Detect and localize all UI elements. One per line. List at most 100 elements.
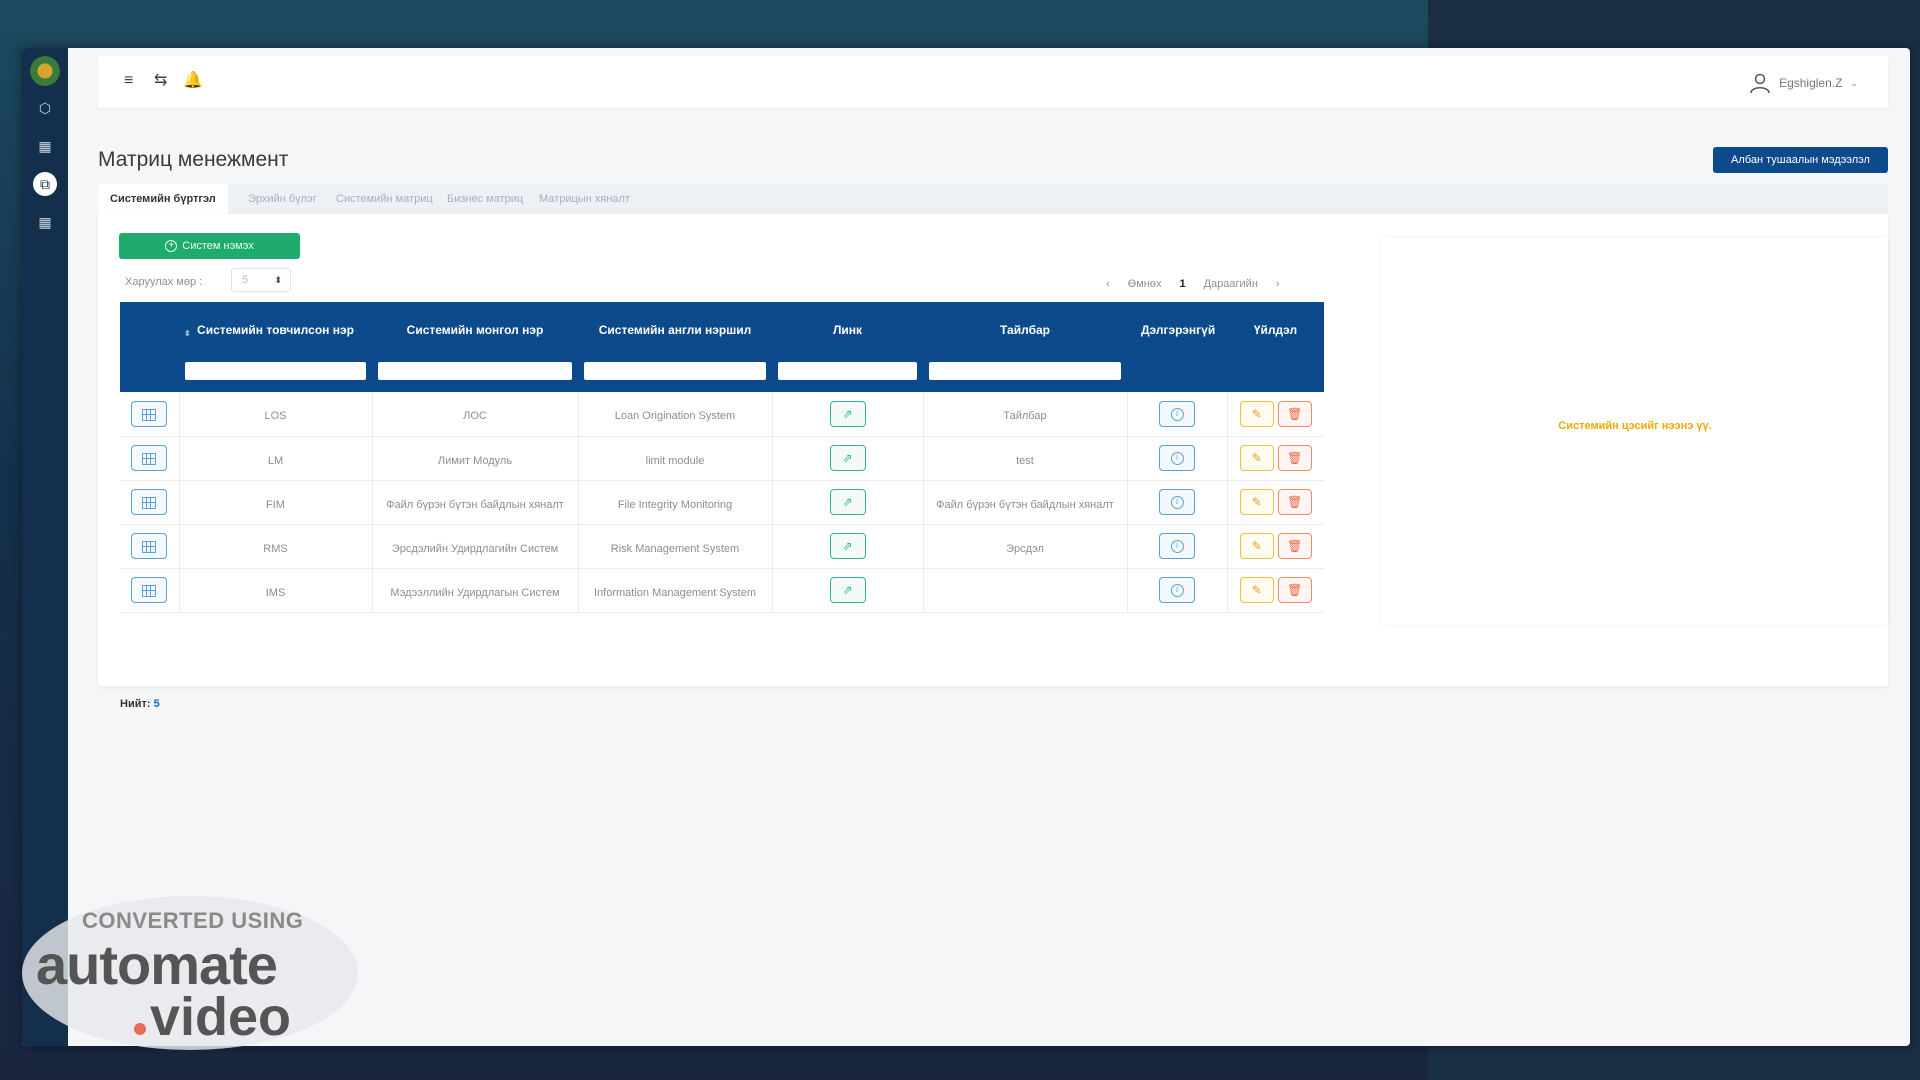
position-info-button[interactable]: Албан тушаалын мэдээлэл <box>1713 147 1888 173</box>
next-page-button[interactable]: Дараагийн <box>1204 278 1258 290</box>
cell-description: Тайлбар <box>923 392 1128 437</box>
delete-button[interactable]: 🗑 <box>1277 577 1312 603</box>
filter-mongolian-name[interactable] <box>378 361 572 380</box>
table-row: IMS Мэдээллийн Удирдлагын Систем Informati… <box>120 568 1324 613</box>
edit-button[interactable]: ✎ <box>1239 533 1274 559</box>
row-select-cell <box>120 392 180 437</box>
cell-description: Файл бүрэн бүтэн байдлын хяналт <box>923 480 1128 525</box>
side-rail: ⬡ ▦ ⧉ ▦ <box>22 48 68 1046</box>
details-button[interactable]: i <box>1159 577 1195 603</box>
chevron-down-icon: ⌄ <box>1850 77 1858 88</box>
edit-button[interactable]: ✎ <box>1239 445 1274 471</box>
user-menu[interactable]: Egshiglen.Z ⌄ <box>1749 72 1858 94</box>
cell-details: i <box>1127 436 1228 481</box>
details-button[interactable]: i <box>1159 445 1195 471</box>
add-system-button[interactable]: + Систем нэмэх <box>119 233 300 259</box>
page-title: Матриц менежмент <box>98 148 289 171</box>
col-header-description[interactable]: Тайлбар <box>923 302 1127 358</box>
next-arrow-icon[interactable]: › <box>1276 278 1280 290</box>
plus-circle-icon: + <box>165 240 178 252</box>
cell-english-name: Loan Origination System <box>578 392 773 437</box>
delete-button[interactable]: 🗑 <box>1277 489 1312 515</box>
table-row: LM Лимит Модуль limit module ⇗ test i ✎ 🗑 <box>120 436 1324 481</box>
cell-short-name: LOS <box>179 392 373 437</box>
filter-short-name[interactable] <box>185 361 366 380</box>
filter-link[interactable] <box>778 361 917 380</box>
table-icon <box>142 540 157 553</box>
details-button[interactable]: i <box>1159 400 1195 427</box>
pagination: ‹ Өмнөх 1 Дараагийн › <box>1106 278 1280 290</box>
bell-icon[interactable]: 🔔 <box>183 72 203 90</box>
cell-mongolian-name: Файл бүрэн бүтэн байдлын хяналт <box>372 480 579 525</box>
edit-button[interactable]: ✎ <box>1239 577 1274 603</box>
tab-matrix-control[interactable]: Матрицын хяналт <box>527 184 642 214</box>
prev-arrow-icon[interactable]: ‹ <box>1106 278 1110 290</box>
cell-english-name: limit module <box>578 436 773 481</box>
open-menu-button[interactable] <box>131 445 168 471</box>
external-link-icon[interactable]: ⇗ <box>829 445 866 471</box>
systems-table: ⬍ Системийн товчилсон нэр Системийн монг… <box>120 302 1324 613</box>
menu-icon[interactable]: ≡ <box>124 72 133 90</box>
cell-mongolian-name: Лимит Модуль <box>372 436 579 481</box>
filter-english-name[interactable] <box>584 361 766 380</box>
external-link-icon[interactable]: ⇗ <box>829 400 866 427</box>
tab-permission-group[interactable]: Эрхийн бүлэг <box>236 184 329 214</box>
info-icon: i <box>1170 540 1184 554</box>
add-system-label: Систем нэмэх <box>182 240 254 252</box>
col-header-link[interactable]: Линк <box>772 302 923 358</box>
watermark-line3-text: video <box>150 987 292 1047</box>
details-button[interactable]: i <box>1159 533 1195 559</box>
edit-button[interactable]: ✎ <box>1239 400 1274 427</box>
row-select-cell <box>120 524 180 569</box>
external-link-icon[interactable]: ⇗ <box>829 489 866 515</box>
app-window: ⬡ ▦ ⧉ ▦ ≡ ⇆ 🔔 Egshiglen.Z ⌄ Матриц менеж… <box>22 48 1910 1046</box>
cell-description <box>923 568 1128 613</box>
col-header-english-name[interactable]: Системийн англи нэршил <box>578 302 772 358</box>
table-icon <box>142 408 157 421</box>
col-header-select: ⬍ <box>120 302 191 358</box>
delete-button[interactable]: 🗑 <box>1277 533 1312 559</box>
cell-details: i <box>1127 568 1228 613</box>
prev-page-button[interactable]: Өмнөх <box>1128 278 1162 290</box>
cell-details: i <box>1127 524 1228 569</box>
watermark-dot <box>134 1023 146 1035</box>
grid-icon[interactable]: ▦ <box>37 214 53 230</box>
tab-system-matrix[interactable]: Системийн матриц <box>324 184 445 214</box>
delete-button[interactable]: 🗑 <box>1277 445 1312 471</box>
open-menu-button[interactable] <box>131 489 168 515</box>
total-label: Нийт: <box>120 698 151 710</box>
delete-button[interactable]: 🗑 <box>1277 400 1312 427</box>
table-row: FIM Файл бүрэн бүтэн байдлын хяналт File I… <box>120 480 1324 525</box>
edit-button[interactable]: ✎ <box>1239 489 1274 515</box>
info-icon: i <box>1170 408 1184 422</box>
row-select-cell <box>120 436 180 481</box>
tab-system-registry[interactable]: Системийн бүртгэл <box>98 184 228 214</box>
external-link-icon[interactable]: ⇗ <box>829 577 866 603</box>
info-icon: i <box>1170 496 1184 510</box>
details-button[interactable]: i <box>1159 489 1195 515</box>
total-count: Нийт: 5 <box>120 698 160 710</box>
open-menu-button[interactable] <box>131 577 168 603</box>
cube-icon[interactable]: ⬡ <box>37 100 53 116</box>
cell-actions: ✎ 🗑 <box>1227 568 1324 613</box>
cell-english-name: File Integrity Monitoring <box>578 480 773 525</box>
current-page[interactable]: 1 <box>1179 278 1185 290</box>
cell-description: test <box>923 436 1128 481</box>
info-icon: i <box>1170 452 1184 466</box>
tab-business-matrix[interactable]: Бизнес матриц <box>435 184 535 214</box>
filter-description[interactable] <box>929 361 1121 380</box>
matrix-nav-icon[interactable]: ⧉ <box>33 172 57 196</box>
open-menu-button[interactable] <box>131 400 168 427</box>
external-link-icon[interactable]: ⇗ <box>829 533 866 559</box>
apps-icon[interactable]: ▦ <box>37 138 53 154</box>
detail-panel: Системийн цэсийг нээнэ үү. <box>1382 238 1888 625</box>
cell-actions: ✎ 🗑 <box>1227 392 1324 437</box>
rows-per-page-select[interactable]: 5 ⬍ <box>231 268 291 292</box>
swap-icon[interactable]: ⇆ <box>154 72 167 90</box>
cell-link: ⇗ <box>772 436 924 481</box>
col-header-short-name[interactable]: Системийн товчилсон нэр <box>179 302 372 358</box>
col-header-mongolian-name[interactable]: Системийн монгол нэр <box>372 302 578 358</box>
table-row: LOS ЛОС Loan Origination System ⇗ Тайлбар i ✎ 🗑 <box>120 392 1324 437</box>
open-menu-button[interactable] <box>131 533 168 559</box>
table-icon <box>142 452 157 465</box>
